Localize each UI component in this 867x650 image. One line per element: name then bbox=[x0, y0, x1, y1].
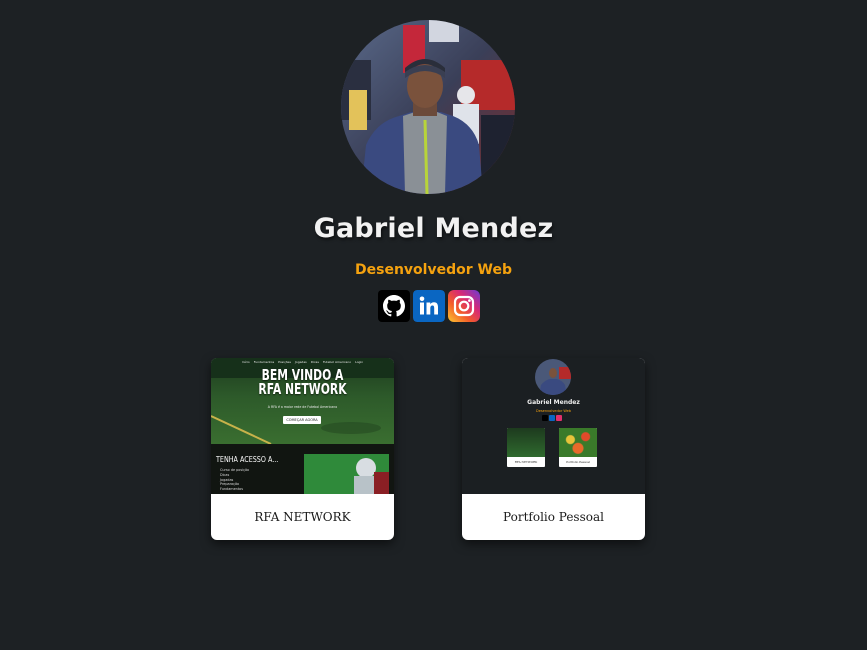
thumb-portfolio: Gabriel Mendez Desenvolvedor Web RFA NET… bbox=[462, 358, 645, 494]
project-card-portfolio[interactable]: Gabriel Mendez Desenvolvedor Web RFA NET… bbox=[462, 358, 645, 540]
linkedin-icon bbox=[413, 290, 445, 322]
social-links bbox=[378, 290, 480, 322]
thumb-avatar bbox=[535, 359, 571, 395]
project-thumbnail: Início Fundamentos Posições Jogadas Dica… bbox=[211, 358, 394, 494]
github-icon bbox=[378, 290, 410, 322]
thumb-hero-title: BEM VINDO A RFA NETWORK bbox=[258, 366, 347, 398]
thumb-name: Gabriel Mendez bbox=[527, 399, 580, 406]
profile-name: Gabriel Mendez bbox=[313, 213, 554, 244]
linkedin-link[interactable] bbox=[413, 290, 445, 322]
thumb-role: Desenvolvedor Web bbox=[536, 409, 571, 413]
instagram-link[interactable] bbox=[448, 290, 480, 322]
project-title: Portfolio Pessoal bbox=[503, 510, 604, 524]
project-title: RFA NETWORK bbox=[254, 510, 351, 524]
profile-avatar bbox=[341, 20, 515, 194]
thumb-hero-sub: A RFA é a maior rede de Futebol American… bbox=[267, 405, 338, 409]
project-thumbnail: Gabriel Mendez Desenvolvedor Web RFA NET… bbox=[462, 358, 645, 494]
thumb-hero-button: COMEÇAR AGORA bbox=[283, 416, 321, 424]
instagram-icon bbox=[556, 415, 562, 421]
thumb-player-photo bbox=[304, 454, 389, 494]
page: Gabriel Mendez Desenvolvedor Web Início … bbox=[0, 0, 867, 650]
thumb-lower-list: Curso de posição Dicas Jogadas Preparaçã… bbox=[220, 468, 250, 492]
profile-role: Desenvolvedor Web bbox=[355, 262, 512, 278]
github-icon bbox=[542, 415, 548, 421]
thumb-lower-title: TENHA ACESSO A... bbox=[216, 455, 279, 464]
thumb-nav: Início Fundamentos Posições Jogadas Dica… bbox=[241, 360, 364, 364]
linkedin-icon bbox=[549, 415, 555, 421]
thumb-project-card-1: RFA NETWORK bbox=[507, 428, 545, 467]
thumb-project-card-2: Portfolio Pessoal bbox=[559, 428, 597, 467]
thumb-social-icons bbox=[542, 415, 562, 421]
github-link[interactable] bbox=[378, 290, 410, 322]
instagram-icon bbox=[448, 290, 480, 322]
project-card-rfa-network[interactable]: Início Fundamentos Posições Jogadas Dica… bbox=[211, 358, 394, 540]
